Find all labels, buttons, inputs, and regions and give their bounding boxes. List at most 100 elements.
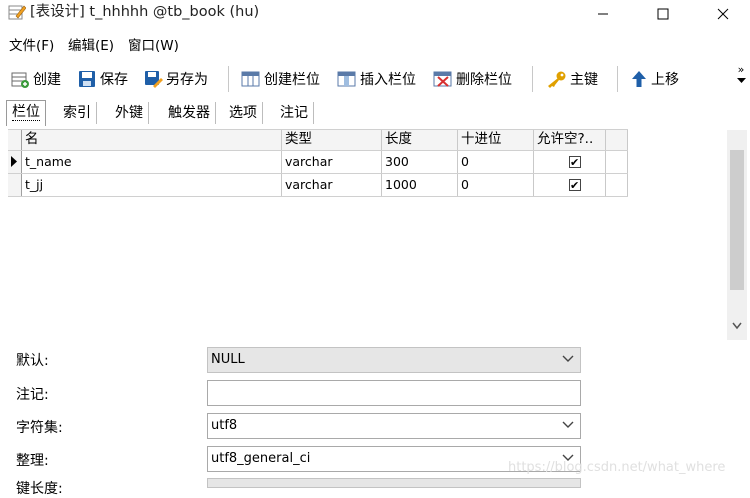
default-label: 默认:	[16, 353, 49, 369]
table-design-icon	[8, 5, 26, 20]
insert-field-label: 插入栏位	[360, 72, 416, 88]
nullable-checkbox[interactable]: ✔	[569, 156, 581, 169]
default-value: NULL	[211, 352, 245, 367]
delete-field-label: 删除栏位	[456, 72, 512, 88]
create-label: 创建	[33, 72, 61, 88]
tab-foreign-keys-label: 外键	[115, 105, 143, 121]
cell-decimal[interactable]: 0	[458, 174, 534, 196]
maximize-button[interactable]	[640, 0, 686, 28]
table-row[interactable]: t_jj varchar 1000 0 ✔	[8, 174, 628, 197]
primary-key-label: 主键	[570, 72, 598, 88]
minimize-button[interactable]	[580, 0, 626, 28]
comment-label: 注记:	[16, 387, 49, 403]
move-up-button[interactable]: 上移	[630, 67, 679, 91]
column-header-type[interactable]: 类型	[282, 130, 382, 150]
current-row-pointer-icon	[11, 156, 17, 167]
tab-indexes[interactable]: 索引	[58, 102, 97, 124]
new-table-icon	[11, 72, 29, 88]
toolbar-separator	[228, 66, 229, 92]
menu-file[interactable]: 文件(F)	[9, 34, 54, 54]
cell-nullable[interactable]: ✔	[534, 151, 606, 173]
create-field-label: 创建栏位	[264, 72, 320, 88]
tab-comments[interactable]: 注记	[275, 102, 314, 124]
toolbar-separator	[532, 66, 533, 92]
menu-bar: 文件(F) 编辑(E) 窗口(W)	[0, 28, 750, 58]
row-selector[interactable]	[8, 174, 22, 196]
column-header-name[interactable]: 名	[22, 130, 282, 150]
column-header-length[interactable]: 长度	[382, 130, 458, 150]
fields-grid: 名 类型 长度 十进位 允许空?.. t_name varchar 300 0 …	[8, 129, 628, 197]
minimize-icon	[598, 13, 608, 15]
maximize-icon	[657, 8, 669, 20]
create-button[interactable]: 创建	[10, 67, 61, 91]
close-button[interactable]	[700, 0, 746, 28]
cell-type[interactable]: varchar	[282, 151, 382, 173]
save-disk-icon	[79, 71, 95, 87]
chevron-down-icon	[562, 355, 574, 362]
toolbar: 创建 保存 另存为 创建栏位 插入栏位 删除栏位 主键 上移 »	[0, 62, 750, 96]
title-bar: [表设计] t_hhhhh @tb_book (hu)	[0, 0, 750, 28]
scrollbar-thumb[interactable]	[730, 150, 744, 290]
row-selector[interactable]	[8, 151, 22, 173]
charset-select[interactable]: utf8	[207, 413, 581, 439]
primary-key-button[interactable]: 主键	[545, 67, 598, 91]
grid-vertical-scrollbar[interactable]	[727, 130, 747, 340]
grid-header-row: 名 类型 长度 十进位 允许空?..	[8, 129, 628, 151]
comment-input[interactable]	[207, 380, 581, 406]
cell-name[interactable]: t_jj	[22, 174, 282, 196]
save-as-icon	[145, 71, 163, 88]
cell-name[interactable]: t_name	[22, 151, 282, 173]
chevron-down-icon	[562, 421, 574, 428]
column-header-decimal[interactable]: 十进位	[458, 130, 534, 150]
tab-fields[interactable]: 栏位	[6, 100, 46, 126]
menu-edit[interactable]: 编辑(E)	[68, 34, 114, 54]
delete-field-icon	[433, 71, 452, 87]
dropdown-arrow-icon	[736, 78, 746, 83]
toolbar-separator	[617, 66, 618, 92]
table-row[interactable]: t_name varchar 300 0 ✔	[8, 151, 628, 174]
charset-value: utf8	[211, 418, 238, 433]
menu-window[interactable]: 窗口(W)	[128, 34, 179, 54]
column-header-extra	[606, 130, 628, 150]
overflow-chevron-icon: »	[737, 63, 745, 76]
cell-length[interactable]: 1000	[382, 174, 458, 196]
delete-field-button[interactable]: 删除栏位	[433, 67, 512, 91]
create-field-button[interactable]: 创建栏位	[241, 67, 320, 91]
arrow-up-icon	[632, 71, 646, 87]
cell-extra	[606, 151, 628, 173]
collation-value: utf8_general_ci	[211, 451, 311, 466]
move-up-label: 上移	[651, 72, 679, 88]
save-as-button[interactable]: 另存为	[143, 67, 208, 91]
scroll-down-icon[interactable]	[732, 322, 742, 330]
tab-triggers-label: 触发器	[168, 105, 210, 121]
charset-label: 字符集:	[16, 420, 63, 436]
collation-label: 整理:	[16, 453, 49, 469]
tab-fields-label: 栏位	[12, 104, 40, 121]
insert-field-button[interactable]: 插入栏位	[337, 67, 416, 91]
cell-type[interactable]: varchar	[282, 174, 382, 196]
cell-decimal[interactable]: 0	[458, 151, 534, 173]
tab-bar: 栏位 索引 外键 触发器 选项 注记	[0, 100, 750, 126]
tab-foreign-keys[interactable]: 外键	[110, 102, 149, 124]
tab-options[interactable]: 选项	[224, 102, 263, 124]
column-header-nullable[interactable]: 允许空?..	[534, 130, 606, 150]
close-icon	[717, 8, 729, 20]
key-icon	[548, 71, 566, 88]
tab-triggers[interactable]: 触发器	[163, 102, 216, 124]
checkmark-icon: ✔	[570, 156, 580, 169]
tab-indexes-label: 索引	[63, 105, 91, 121]
key-length-label: 键长度:	[16, 481, 63, 497]
cell-nullable[interactable]: ✔	[534, 174, 606, 196]
checkmark-icon: ✔	[570, 179, 580, 192]
watermark: https://blog.csdn.net/what_where	[508, 460, 726, 475]
window-title: [表设计] t_hhhhh @tb_book (hu)	[30, 4, 260, 20]
tab-comments-label: 注记	[280, 105, 308, 121]
tab-options-label: 选项	[229, 105, 257, 121]
save-button[interactable]: 保存	[77, 67, 128, 91]
default-select[interactable]: NULL	[207, 347, 581, 373]
toolbar-overflow-button[interactable]: »	[736, 64, 746, 86]
cell-length[interactable]: 300	[382, 151, 458, 173]
cell-extra	[606, 174, 628, 196]
nullable-checkbox[interactable]: ✔	[569, 179, 581, 192]
key-length-input[interactable]	[207, 478, 581, 488]
